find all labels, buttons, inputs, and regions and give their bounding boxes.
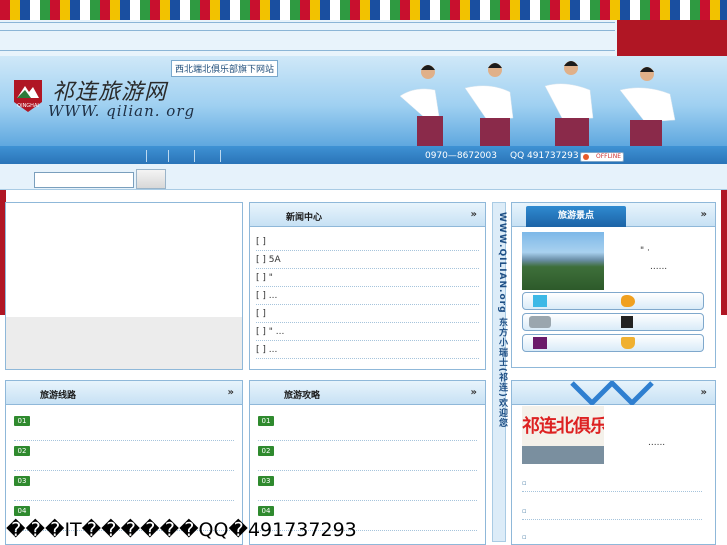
nav-separator (168, 150, 169, 162)
mountain-logo-icon: QINGHAI (14, 80, 42, 112)
list-number: 02 (14, 446, 30, 456)
site-url[interactable]: WWW. qilian. org (48, 102, 195, 120)
logo-badge: QINGHAI (17, 103, 39, 109)
search-input[interactable] (34, 172, 134, 188)
club-link-row[interactable]: ▫ (522, 478, 702, 492)
dancers-banner-image (399, 61, 676, 146)
scenic-caption[interactable]: " · (640, 246, 650, 256)
right-red-edge (721, 190, 727, 315)
news-row[interactable]: [ ] (256, 233, 479, 251)
phone-number: 0970—8672003 (425, 151, 497, 161)
routes-more-link[interactable]: » (228, 387, 234, 398)
decorative-knot-icon (570, 381, 654, 405)
club-photo-sign: 祁连北俱乐部 (522, 416, 604, 437)
list-item[interactable]: 02 (258, 441, 477, 471)
list-number: 02 (258, 446, 274, 456)
scenic-more-link[interactable]: » (701, 209, 707, 220)
footer-contact-text: ���IT������QQ�491737293 (6, 519, 357, 541)
news-panel-title[interactable]: 新闻中心 (286, 210, 322, 223)
list-number: 04 (258, 506, 274, 516)
prayer-flag-banner (0, 0, 727, 26)
doc-icon: ▫ (522, 507, 527, 515)
list-number: 01 (258, 416, 274, 426)
club-photo[interactable]: 祁连北俱乐部 (522, 406, 604, 464)
quick-link-3[interactable] (522, 334, 704, 352)
news-row[interactable]: [ ] (256, 305, 479, 323)
slideshow-panel[interactable] (5, 202, 243, 370)
list-number: 01 (14, 416, 30, 426)
list-item[interactable]: 01 (258, 411, 477, 441)
china-map-icon (621, 295, 635, 307)
list-number: 04 (14, 506, 30, 516)
news-row[interactable]: [ ] ... (256, 341, 479, 359)
list-number: 03 (14, 476, 30, 486)
tab-scenic[interactable]: 旅游景点 (526, 206, 626, 227)
car-icon (529, 316, 551, 328)
quick-link-1[interactable] (522, 292, 704, 310)
list-item[interactable]: 01 (14, 411, 234, 441)
club-more-link[interactable]: » (701, 387, 707, 398)
qq-number: QQ 491737293 (510, 151, 579, 161)
tagline: 西北端北俱乐部旗下网站 (171, 60, 279, 77)
nav-separator (146, 150, 147, 162)
search-bar (0, 164, 727, 190)
club-link-row[interactable]: ▫ (522, 532, 702, 545)
news-row[interactable]: [ ] " (256, 269, 479, 287)
doc-icon: ▫ (522, 533, 527, 541)
scenic-caption-more[interactable]: ...... (650, 262, 667, 272)
routes-panel-title[interactable]: 旅游线路 (40, 388, 76, 401)
phone-icon (621, 316, 633, 328)
list-item[interactable]: 02 (14, 441, 234, 471)
search-button[interactable] (136, 169, 166, 189)
news-row[interactable]: [ ] " ... (256, 323, 479, 341)
scenic-photo[interactable] (522, 232, 604, 290)
club-caption[interactable]: ...... (648, 438, 665, 448)
news-panel: 新闻中心 » [ ] [ ] 5A [ ] " [ ] ... [ ] [ ] … (249, 202, 486, 370)
video-icon (533, 337, 547, 349)
qq-status-button[interactable]: OFFLINE (580, 152, 624, 162)
club-link-row[interactable]: ▫ (522, 506, 702, 520)
cart-icon (621, 337, 635, 349)
top-strip (0, 20, 727, 56)
qq-status-label: OFFLINE (595, 153, 621, 160)
qq-penguin-icon (583, 154, 589, 160)
vertical-slogan: WWW.QILIAN.org 东方小瑞士(祁连)欢迎您 (497, 212, 507, 428)
quick-link-2[interactable] (522, 313, 704, 331)
map-icon (533, 295, 547, 307)
list-number: 03 (258, 476, 274, 486)
news-row[interactable]: [ ] ... (256, 287, 479, 305)
list-item[interactable]: 03 (258, 471, 477, 501)
nav-separator (194, 150, 195, 162)
news-row[interactable]: [ ] 5A (256, 251, 479, 269)
doc-icon: ▫ (522, 479, 527, 487)
news-more-link[interactable]: » (471, 209, 477, 220)
guides-more-link[interactable]: » (471, 387, 477, 398)
header-banner: QINGHAI 祁连旅游网 WWW. qilian. org 西北端北俱乐部旗下… (0, 56, 727, 146)
list-item[interactable]: 03 (14, 471, 234, 501)
nav-separator (220, 150, 221, 162)
guides-panel-title[interactable]: 旅游攻略 (284, 388, 320, 401)
